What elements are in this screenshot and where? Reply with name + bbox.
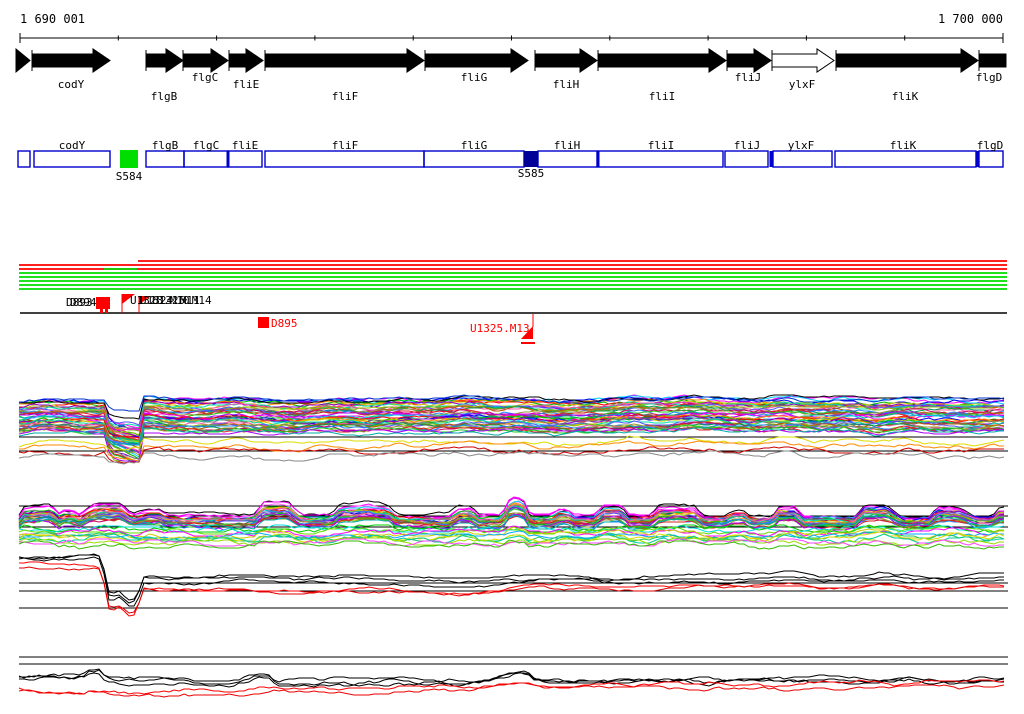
- gene-arrow-flgC[interactable]: [182, 48, 229, 73]
- gene-arrow-ylxF[interactable]: [771, 48, 835, 73]
- gene-box-label-codY: codY: [59, 139, 86, 152]
- comparison-track-trace: [18, 556, 1004, 607]
- gene-label-fliK: fliK: [892, 90, 919, 103]
- gene-box-label-fliJ: fliJ: [734, 139, 761, 152]
- gene-box-fliE[interactable]: [227, 150, 263, 168]
- browser-canvas: codY flgB flgC fliE fliF fliG fliH fliI fliJ ylxF…: [15, 33, 1008, 698]
- gene-arrow-codY[interactable]: [31, 48, 111, 73]
- primer-label-U1325-M13[interactable]: U1325.M13: [470, 322, 530, 335]
- primer-tab: [105, 309, 108, 313]
- gene-box-label-fliE: fliE: [232, 139, 259, 152]
- marker-label-S585: S585: [518, 167, 545, 180]
- gene-box-flgC[interactable]: [183, 150, 229, 168]
- ruler-start-label: 1 690 001: [20, 12, 86, 26]
- gene-arrow-fliE[interactable]: [228, 48, 264, 73]
- gene-arrow-fliG[interactable]: [424, 48, 529, 73]
- gene-label-ylxF: ylxF: [789, 78, 816, 91]
- marker-S584[interactable]: [120, 150, 138, 168]
- gene-box-label-fliK: fliK: [890, 139, 917, 152]
- primer-box-D895[interactable]: [258, 317, 269, 328]
- gene-box-fliH[interactable]: [537, 150, 598, 168]
- box-thick-separator: [226, 151, 230, 167]
- marker-label-S584: S584: [116, 170, 143, 183]
- gene-box-codY[interactable]: [33, 150, 111, 168]
- gene-arrow-fliH[interactable]: [534, 48, 598, 73]
- comparison-track-trace: [18, 554, 1004, 601]
- box-thick-separator: [975, 151, 979, 167]
- gene-arrow-fliF[interactable]: [264, 48, 425, 73]
- gene-box-flgB[interactable]: [145, 150, 185, 168]
- primer-label-D894[interactable]: D894: [70, 296, 97, 309]
- gene-arrow-partial[interactable]: [15, 47, 31, 74]
- primer-underline: [521, 342, 535, 344]
- gene-label-fliH: fliH: [553, 78, 580, 91]
- gene-arrow-flgD[interactable]: [978, 53, 1007, 68]
- box-thick-separator: [596, 151, 600, 167]
- bottom-track-trace: [19, 671, 1004, 688]
- primer-box[interactable]: [96, 297, 110, 309]
- ruler-end-label: 1 700 000: [937, 12, 1003, 26]
- gene-label-flgB: flgB: [151, 90, 178, 103]
- coverage-track-1-trace: [18, 450, 1005, 465]
- gene-label-codY: codY: [58, 78, 85, 91]
- gene-label-fliF: fliF: [332, 90, 359, 103]
- gene-box-fliG[interactable]: [423, 150, 525, 168]
- gene-box-label-flgC: flgC: [193, 139, 220, 152]
- bottom-track-trace: [18, 668, 1005, 685]
- box-thick-separator: [769, 151, 773, 167]
- gene-label-fliE: fliE: [233, 78, 260, 91]
- gene-arrow-fliJ[interactable]: [726, 48, 772, 73]
- gene-label-fliJ: fliJ: [735, 71, 762, 84]
- gene-box-label-fliF: fliF: [332, 139, 359, 152]
- gene-box-label-fliH: fliH: [554, 139, 581, 152]
- gene-box-label-fliG: fliG: [461, 139, 488, 152]
- gene-box-label-flgD: flgD: [977, 139, 1004, 152]
- genome-browser: 1 690 001 1 700 000 codY flgB flgC fliE fliF…: [0, 0, 1024, 714]
- gene-box-edge[interactable]: [17, 150, 31, 168]
- primer-tab: [100, 309, 103, 313]
- gene-box-ylxF[interactable]: [772, 150, 833, 168]
- gene-label-fliG: fliG: [461, 71, 488, 84]
- bottom-track-trace: [18, 682, 1005, 698]
- gene-arrow-fliK[interactable]: [835, 48, 979, 73]
- gene-box-label-flgB: flgB: [152, 139, 179, 152]
- bottom-track-trace: [18, 679, 1005, 695]
- gene-label-fliI: fliI: [649, 90, 676, 103]
- gene-box-fliF[interactable]: [264, 150, 425, 168]
- primer-label-D895[interactable]: D895: [271, 317, 298, 330]
- gene-box-fliK[interactable]: [834, 150, 977, 168]
- gene-arrow-fliI[interactable]: [597, 48, 727, 73]
- comparison-track-trace: [18, 553, 1004, 604]
- primer-label-U1325.M14[interactable]: U1325.M14: [152, 294, 212, 307]
- gene-box-label-fliI: fliI: [648, 139, 675, 152]
- gene-box-label-ylxF: ylxF: [788, 139, 815, 152]
- gene-label-flgD: flgD: [976, 71, 1003, 84]
- comparison-track-trace: [19, 566, 1004, 614]
- gene-box-fliJ[interactable]: [724, 150, 769, 168]
- gene-label-flgC: flgC: [192, 71, 219, 84]
- gene-box-flgD[interactable]: [978, 150, 1004, 168]
- gene-box-fliI[interactable]: [597, 150, 724, 168]
- marker-S585[interactable]: [524, 151, 538, 167]
- gene-arrow-flgB[interactable]: [145, 48, 184, 73]
